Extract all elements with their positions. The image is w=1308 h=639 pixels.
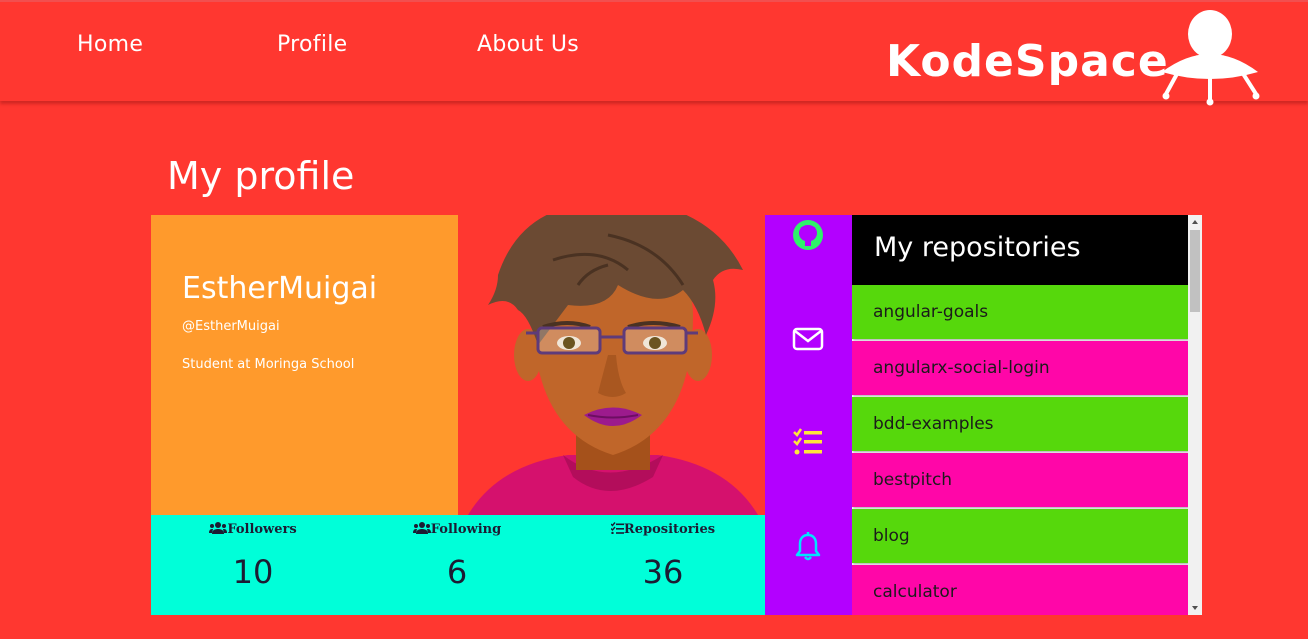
following-count: 6 <box>446 553 468 591</box>
page-title: My profile <box>167 154 355 198</box>
repositories-label: Repositories <box>623 522 716 537</box>
repositories-header: My repositories <box>852 215 1188 285</box>
repo-name: blog <box>873 526 910 546</box>
users-icon <box>209 522 228 534</box>
repositories-list: angular-goals angularx-social-login bdd-… <box>852 285 1188 615</box>
followers-stat: Followers 10 <box>151 515 355 615</box>
profile-handle: @EstherMuigai <box>182 319 280 334</box>
repositories-panel[interactable]: My repositories angular-goals angularx-s… <box>852 215 1202 615</box>
avatar <box>458 215 765 515</box>
tasks-icon <box>610 522 624 535</box>
nav-about-link[interactable]: About Us <box>477 32 579 57</box>
profile-bio: Student at Moringa School <box>182 357 355 372</box>
ufo-icon <box>1162 10 1260 106</box>
nav-home-link[interactable]: Home <box>77 32 143 57</box>
profile-name: EstherMuigai <box>182 271 378 306</box>
repo-item[interactable]: calculator <box>852 565 1188 615</box>
avatar-illustration <box>468 215 758 515</box>
repositories-scrollbar[interactable] <box>1188 215 1202 615</box>
repositories-title: My repositories <box>874 232 1081 263</box>
profile-card: EstherMuigai @EstherMuigai Student at Mo… <box>151 215 458 515</box>
scroll-down-arrow-icon[interactable] <box>1188 601 1202 615</box>
repo-name: calculator <box>873 582 957 602</box>
followers-count: 10 <box>232 553 274 591</box>
repo-name: bdd-examples <box>873 414 994 434</box>
repositories-stat: Repositories 36 <box>561 515 765 615</box>
repo-item[interactable]: blog <box>852 509 1188 563</box>
following-label: Following <box>430 522 502 537</box>
repositories-count: 36 <box>642 553 684 591</box>
stats-bar: Followers 10 Following 6 Repositories 36 <box>151 515 765 615</box>
repo-item[interactable]: angular-goals <box>852 285 1188 339</box>
brand-logo[interactable]: KodeSpace <box>886 6 1266 106</box>
repo-name: angularx-social-login <box>873 358 1050 378</box>
icon-sidebar <box>765 215 852 615</box>
tasks-icon[interactable] <box>792 426 824 458</box>
repo-name: angular-goals <box>873 302 989 322</box>
users-icon <box>412 522 431 534</box>
nav-profile-link[interactable]: Profile <box>277 32 348 57</box>
envelope-icon[interactable] <box>792 323 824 355</box>
github-icon[interactable] <box>792 219 824 251</box>
scrollbar-thumb[interactable] <box>1190 230 1200 312</box>
repo-item[interactable]: angularx-social-login <box>852 341 1188 395</box>
repo-item[interactable]: bestpitch <box>852 453 1188 507</box>
following-stat: Following 6 <box>355 515 559 615</box>
repo-name: bestpitch <box>873 470 953 490</box>
top-navbar: Home Profile About Us KodeSpace <box>0 0 1308 106</box>
scroll-up-arrow-icon[interactable] <box>1188 215 1202 229</box>
brand-name: KodeSpace <box>886 36 1169 87</box>
followers-label: Followers <box>227 522 297 537</box>
bell-icon[interactable] <box>792 531 824 563</box>
repo-item[interactable]: bdd-examples <box>852 397 1188 451</box>
